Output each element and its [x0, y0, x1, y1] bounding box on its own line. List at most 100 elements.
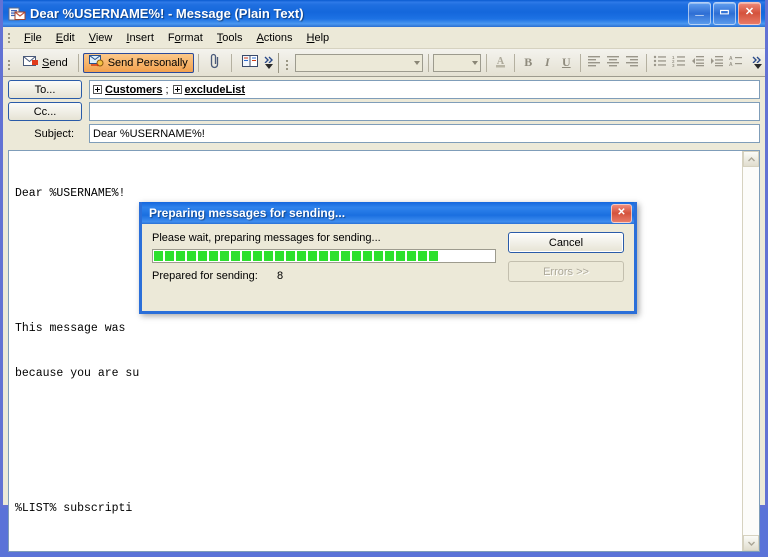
menu-file[interactable]: File [17, 30, 49, 46]
recipient-customers[interactable]: Customers ; [93, 84, 173, 96]
body-line-1: Dear %USERNAME%! [15, 187, 126, 200]
bold-button[interactable]: B [519, 53, 538, 72]
svg-text:A: A [729, 62, 733, 67]
progress-bar [152, 249, 496, 263]
to-row: To... Customers ; excludeList [8, 80, 760, 99]
fmt-separator-2 [485, 53, 487, 72]
recipient-excludelist[interactable]: excludeList [172, 83, 246, 96]
attach-file-button[interactable] [203, 53, 227, 73]
progress-segment [275, 251, 284, 261]
italic-button[interactable]: I [538, 53, 557, 72]
menu-format[interactable]: Format [161, 30, 210, 46]
menubar: File Edit View Insert Format Tools Actio… [3, 27, 765, 49]
font-name-combo[interactable] [294, 53, 423, 72]
toolbar-gripper-formatting[interactable] [283, 55, 292, 71]
formatting-toolbar-overflow[interactable] [752, 51, 763, 75]
progress-segment [385, 251, 394, 261]
to-button[interactable]: To... [8, 80, 82, 99]
address-book-button[interactable] [236, 53, 264, 73]
send-button[interactable]: Send [17, 53, 74, 73]
align-center-icon [606, 55, 620, 70]
progress-segment [187, 251, 196, 261]
fmt-separator-5 [645, 53, 647, 72]
recipient-name: excludeList [184, 83, 246, 96]
message-window: Dear %USERNAME%! - Message (Plain Text) … [0, 0, 768, 552]
progress-segment [308, 251, 317, 261]
expand-plus-icon[interactable] [172, 85, 182, 94]
svg-text:3: 3 [672, 63, 675, 67]
dialog-titlebar: Preparing messages for sending... ✕ [142, 202, 634, 224]
cc-button[interactable]: Cc... [8, 102, 82, 121]
toolbar-separator-2 [197, 53, 199, 72]
font-size-combo[interactable] [432, 53, 481, 72]
prepared-count: 8 [277, 270, 284, 282]
progress-segment [165, 251, 174, 261]
dialog-close-button[interactable]: ✕ [611, 203, 632, 223]
standard-toolbar-overflow[interactable] [264, 51, 275, 75]
body-line-2: This message was [15, 322, 126, 335]
body-vertical-scrollbar[interactable] [742, 151, 759, 551]
progress-segment [429, 251, 438, 261]
underline-button[interactable]: U [557, 53, 576, 72]
minimize-button[interactable]: _ [688, 2, 711, 25]
menubar-gripper[interactable] [5, 30, 14, 46]
cancel-button[interactable]: Cancel [508, 232, 624, 253]
progress-segment [396, 251, 405, 261]
align-left-button[interactable] [585, 53, 604, 72]
body-line-4: %LIST% subscripti [15, 502, 133, 515]
paperclip-icon [209, 53, 221, 72]
subject-label: Subject: [34, 127, 74, 140]
increase-indent-button[interactable] [708, 53, 727, 72]
scroll-up-button[interactable] [743, 151, 759, 167]
fmt-separator-3 [513, 53, 515, 72]
bullets-button[interactable] [651, 53, 670, 72]
toolbar-gripper-standard[interactable] [5, 55, 14, 71]
toolbar-separator-1 [77, 53, 79, 72]
menu-help[interactable]: Help [300, 30, 337, 46]
window-titlebar: Dear %USERNAME%! - Message (Plain Text) … [3, 0, 765, 27]
numbered-list-icon: 123 [672, 55, 686, 70]
font-color-button[interactable]: A [491, 53, 510, 72]
progress-segment [286, 251, 295, 261]
recipient-separator: ; [165, 83, 169, 96]
fmt-separator-4 [579, 53, 581, 72]
numbering-button[interactable]: 123 [670, 53, 689, 72]
prepared-count-row: Prepared for sending: 8 [152, 270, 496, 282]
cc-field[interactable] [89, 102, 760, 121]
menu-insert[interactable]: Insert [119, 30, 161, 46]
line-spacing-icon: AA [729, 55, 743, 70]
maximize-button[interactable]: ▭ [713, 2, 736, 25]
chevron-down-icon [471, 60, 478, 65]
window-controls: _ ▭ ✕ [688, 2, 761, 25]
align-center-button[interactable] [604, 53, 623, 72]
menu-view[interactable]: View [82, 30, 120, 46]
progress-segment [407, 251, 416, 261]
menu-actions[interactable]: Actions [249, 30, 299, 46]
errors-button: Errors >> [508, 261, 624, 282]
overflow-arrow-icon [265, 64, 274, 69]
scroll-down-button[interactable] [743, 535, 759, 551]
subject-field[interactable]: Dear %USERNAME%! [89, 124, 760, 143]
line-spacing-button[interactable]: AA [727, 53, 746, 72]
font-color-icon: A [493, 54, 508, 72]
to-field[interactable]: Customers ; excludeList [89, 80, 760, 99]
send-personally-button[interactable]: Send Personally [82, 52, 194, 73]
decrease-indent-icon [691, 55, 705, 70]
toolbar-divider [277, 52, 279, 73]
expand-plus-icon[interactable] [93, 85, 102, 94]
send-personally-icon [88, 54, 105, 71]
progress-segment [418, 251, 427, 261]
standard-toolbar: Send Send Personally [17, 49, 264, 76]
progress-segment [176, 251, 185, 261]
increase-indent-icon [710, 55, 724, 70]
progress-segment [253, 251, 262, 261]
align-right-button[interactable] [623, 53, 642, 72]
menu-edit[interactable]: Edit [49, 30, 82, 46]
align-right-icon [625, 55, 639, 70]
menu-tools[interactable]: Tools [210, 30, 250, 46]
chevron-down-icon [413, 60, 420, 65]
fmt-separator-1 [427, 53, 429, 72]
decrease-indent-button[interactable] [689, 53, 708, 72]
close-button[interactable]: ✕ [738, 2, 761, 25]
scroll-track[interactable] [743, 167, 759, 535]
